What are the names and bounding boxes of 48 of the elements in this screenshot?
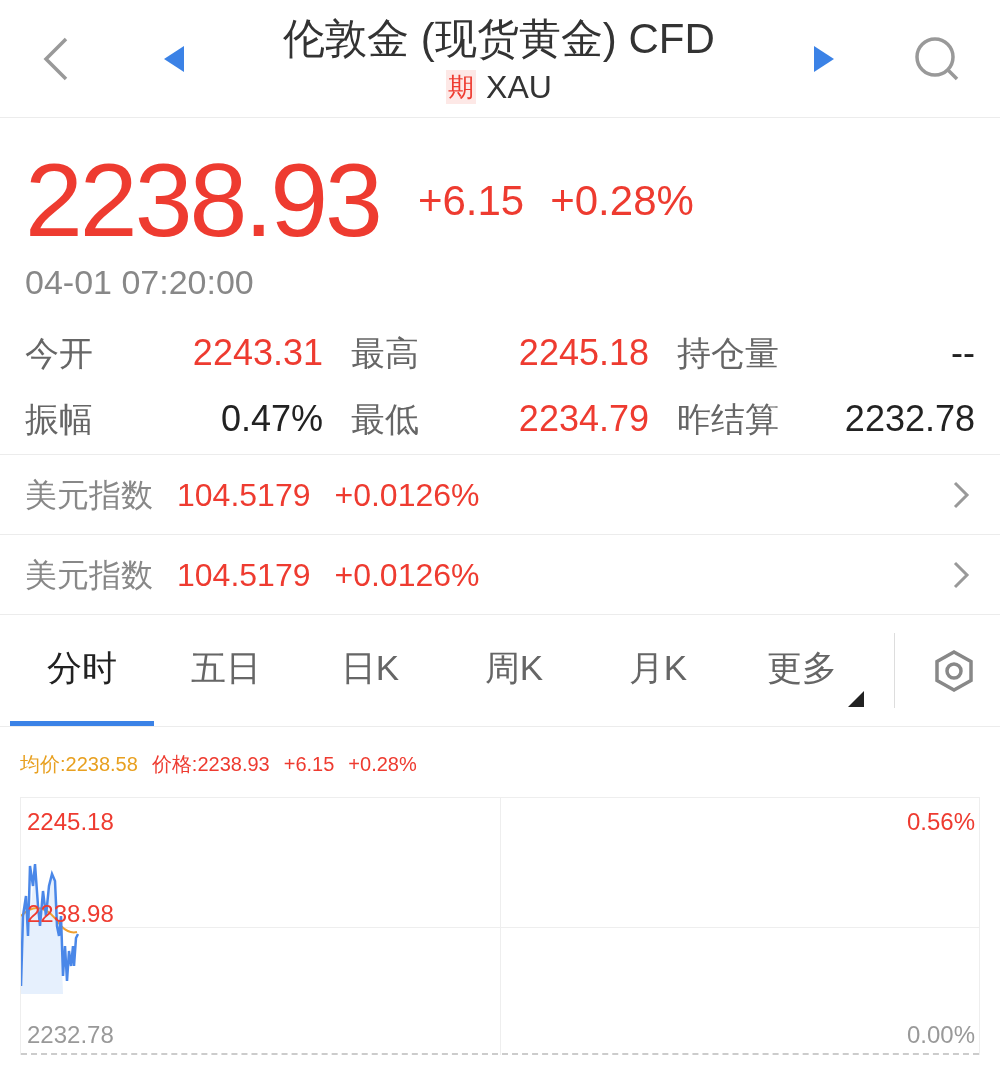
quote-time: 04-01 07:20:00 [25,262,255,302]
index-name: 美元指数 [25,475,153,515]
price-change-percent: +0.28% [550,175,694,226]
search-icon[interactable] [914,35,960,82]
index-value: 104.5179 [177,555,311,595]
instrument-title: 伦敦金 (现货黄金) CFD [283,13,715,64]
settings-icon[interactable] [933,648,975,693]
related-index-row[interactable]: 美元指数 104.5179 +0.0126% [0,534,1000,614]
legend-price: 价格:2238.93 [151,752,270,777]
stat-label: 最低 [351,398,419,440]
next-icon[interactable] [812,43,836,74]
dropdown-corner-icon [848,691,864,707]
stat-label: 昨结算 [677,398,779,440]
previous-icon[interactable] [162,43,186,74]
chart-tab[interactable]: 周K [442,615,586,726]
instrument-symbol: XAU [486,68,552,105]
stat-value: 2243.31 [192,331,323,375]
chart-tab[interactable]: 日K [298,615,442,726]
chart-tab[interactable]: 更多 [730,615,874,726]
chart-tab[interactable]: 五日 [154,615,298,726]
stat-label: 振幅 [25,398,93,440]
stat-label: 最高 [351,332,419,374]
stat-value: 2245.18 [518,331,649,375]
index-name: 美元指数 [25,555,153,595]
chevron-right-icon [952,559,970,590]
axis-min-label: 2232.78 [27,1020,114,1050]
related-index-row[interactable]: 美元指数 104.5179 +0.0126% [0,454,1000,534]
chart-tab[interactable]: 月K [586,615,730,726]
stat-value: 2234.79 [518,397,649,441]
average-price: 均价:2238.58 [20,752,138,777]
price-change: +6.15 [417,175,525,226]
index-change: +0.0126% [334,555,480,595]
stat-value: -- [951,331,975,375]
index-change: +0.0126% [334,475,480,515]
chevron-right-icon [952,479,970,510]
index-value: 104.5179 [177,475,311,515]
chart-tab[interactable]: 分时 [10,615,154,726]
stat-label: 持仓量 [677,332,779,374]
axis-min-percent: 0.00% [906,1020,975,1050]
legend-change: +6.15 [283,752,335,777]
futures-badge: 期 [446,69,477,104]
legend-change-percent: +0.28% [348,752,417,777]
stat-label: 今开 [25,332,93,374]
axis-max-percent: 0.56% [906,807,975,837]
axis-max-label: 2245.18 [27,807,114,837]
stat-value: 2232.78 [844,397,975,441]
current-price: 2238.93 [25,141,380,260]
stat-value: 0.47% [220,397,323,441]
